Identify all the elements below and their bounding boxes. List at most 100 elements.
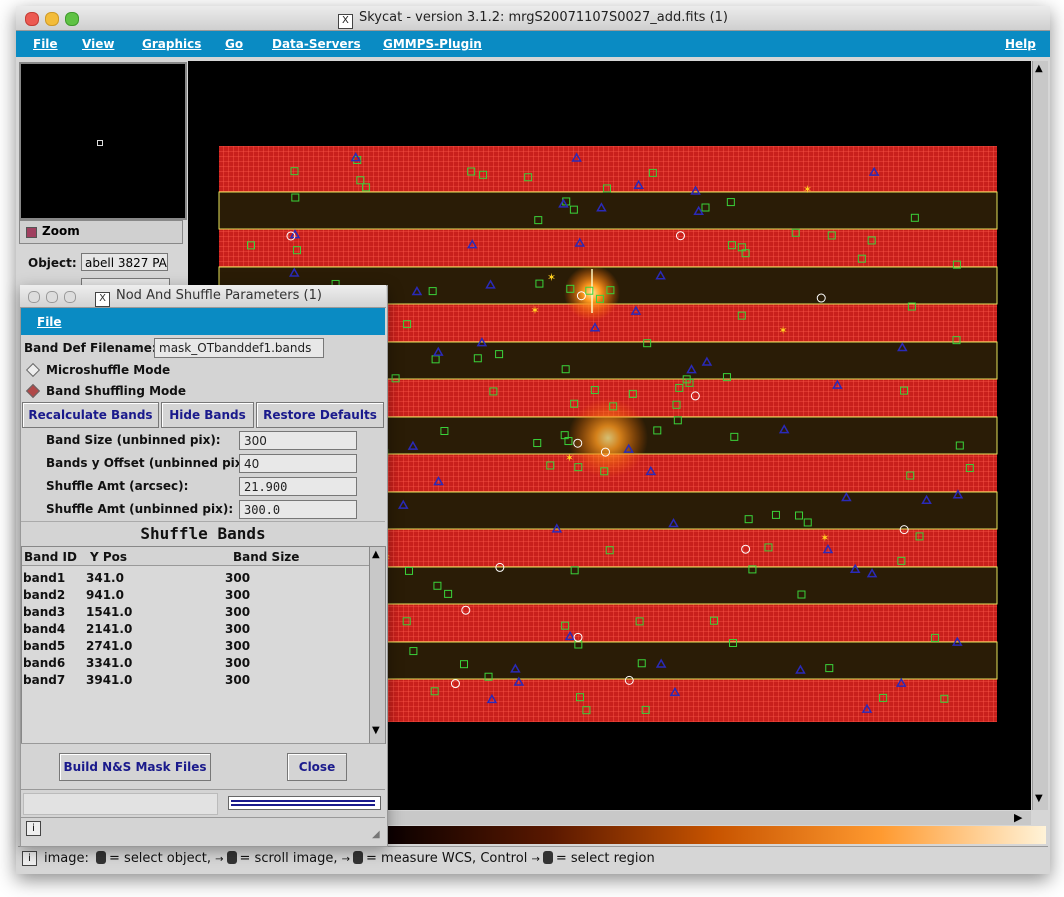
guide-star-marker: ✶ [803, 183, 812, 196]
band-size-cell: 300 [225, 588, 251, 602]
menu-view[interactable]: View [82, 37, 114, 51]
list-item[interactable]: band7 3941.0 300 [22, 673, 369, 690]
dialog-message-area [23, 793, 218, 815]
shuffle-bands-heading: Shuffle Bands [21, 521, 385, 546]
band-size-cell: 300 [225, 605, 251, 619]
mouse-button3-icon [353, 851, 364, 864]
shuffle-amt-arcsec-label: Shuffle Amt (arcsec): [46, 479, 189, 493]
restore-defaults-button[interactable]: Restore Defaults [256, 402, 384, 428]
menu-gmmps-plugin[interactable]: GMMPS-Plugin [383, 37, 482, 51]
band-def-label: Band Def Filename: [24, 341, 157, 355]
dialog-title: X Nod And Shuffle Parameters (1) [95, 288, 322, 307]
dialog-menu-file[interactable]: File [37, 315, 62, 329]
x11-icon: X [95, 292, 110, 307]
image-vertical-scrollbar[interactable]: ▲ ▼ [1032, 61, 1048, 810]
panner-view-box[interactable] [97, 140, 103, 146]
zoom-label: Zoom [42, 224, 80, 238]
status-help-text: image: = select object, → = scroll image,… [44, 851, 655, 866]
dialog-maximize-button[interactable] [64, 291, 76, 303]
scroll-down-icon[interactable]: ▼ [1035, 793, 1043, 804]
y-pos-cell: 341.0 [86, 571, 124, 585]
bands-list-scrollbar[interactable]: ▲ ▼ [369, 546, 386, 744]
progress-bar [228, 796, 381, 810]
hide-bands-button[interactable]: Hide Bands [161, 402, 254, 428]
panner-view[interactable] [19, 62, 187, 220]
band-size-cell: 300 [225, 639, 251, 653]
recalculate-bands-button[interactable]: Recalculate Bands [22, 402, 159, 428]
list-item[interactable]: band2 941.0 300 [22, 588, 369, 605]
guide-star-marker: ✶ [547, 271, 556, 284]
dialog-title-text: Nod And Shuffle Parameters (1) [116, 288, 322, 303]
scroll-up-icon[interactable]: ▲ [372, 549, 380, 560]
band-size-cell: 300 [225, 673, 251, 687]
status-part4: = select region [555, 851, 655, 866]
zoom-checkbox-icon [26, 227, 37, 238]
col-band-size: Band Size [233, 550, 300, 564]
menu-graphics[interactable]: Graphics [142, 37, 201, 51]
menu-help[interactable]: Help [1005, 37, 1036, 51]
shuffle-amt-arcsec-field[interactable]: 21.900 [239, 477, 357, 496]
bands-y-offset-field[interactable]: 40 [239, 454, 357, 473]
list-item[interactable]: band1 341.0 300 [22, 571, 369, 588]
scroll-down-icon[interactable]: ▼ [372, 725, 380, 736]
shuffle-band-region [218, 191, 998, 230]
band-id-cell: band6 [23, 656, 66, 670]
colorbar[interactable] [386, 826, 1046, 844]
shuffle-amt-pix-field[interactable]: 300.0 [239, 500, 357, 519]
scroll-right-icon[interactable]: ▶ [1014, 811, 1022, 824]
list-header: Band ID Y Pos Band Size [22, 547, 369, 566]
y-pos-cell: 941.0 [86, 588, 124, 602]
zoom-toggle[interactable]: Zoom [19, 220, 183, 244]
menu-file[interactable]: File [33, 37, 58, 51]
divider [21, 743, 385, 744]
divider [21, 817, 385, 818]
object-value: abell 3827 PA [81, 253, 168, 271]
info-icon: i [22, 851, 37, 866]
object-label: Object: [28, 256, 77, 270]
arrow-icon: → [531, 854, 540, 865]
band-shuffling-label: Band Shuffling Mode [46, 384, 187, 398]
build-mask-files-button[interactable]: Build N&S Mask Files [59, 753, 211, 781]
guide-star-marker: ✶ [530, 304, 539, 317]
status-part2: = scroll image, [239, 851, 338, 866]
band-size-cell: 300 [225, 571, 251, 585]
info-icon: i [26, 821, 41, 836]
progress-fill [231, 804, 375, 806]
band-def-filename-field[interactable]: mask_OTbanddef1.bands [154, 338, 324, 358]
band-id-cell: band1 [23, 571, 66, 585]
col-y-pos: Y Pos [90, 550, 128, 564]
list-item[interactable]: band3 1541.0 300 [22, 605, 369, 622]
dialog-close-button[interactable] [28, 291, 40, 303]
bright-galaxy [568, 398, 648, 478]
list-item[interactable]: band6 3341.0 300 [22, 656, 369, 673]
dialog-titlebar: X Nod And Shuffle Parameters (1) [20, 285, 386, 308]
image-horizontal-scrollbar[interactable]: ▶ [386, 811, 1031, 825]
guide-star-marker: ✶ [820, 531, 829, 544]
close-dialog-button[interactable]: Close [287, 753, 347, 781]
y-pos-cell: 2741.0 [86, 639, 133, 653]
shuffle-amt-pix-label: Shuffle Amt (unbinned pix): [46, 502, 234, 516]
resize-grip-icon[interactable]: ◢ [372, 829, 380, 840]
menu-go[interactable]: Go [225, 37, 243, 51]
list-item[interactable]: band4 2141.0 300 [22, 622, 369, 639]
mouse-button1-icon [542, 851, 553, 864]
band-size-label: Band Size (unbinned pix): [46, 433, 221, 447]
menu-data-servers[interactable]: Data-Servers [272, 37, 361, 51]
band-size-field[interactable]: 300 [239, 431, 357, 450]
main-menubar: File View Graphics Go Data-Servers GMMPS… [16, 31, 1050, 57]
scroll-up-icon[interactable]: ▲ [1035, 63, 1043, 74]
dialog-minimize-button[interactable] [46, 291, 58, 303]
band-id-cell: band2 [23, 588, 66, 602]
list-item[interactable]: band5 2741.0 300 [22, 639, 369, 656]
band-id-cell: band7 [23, 673, 66, 687]
y-pos-cell: 1541.0 [86, 605, 133, 619]
bands-listbox[interactable]: Band ID Y Pos Band Size band1 341.0 300 ban… [21, 546, 370, 744]
band-id-cell: band5 [23, 639, 66, 653]
window-title: X Skycat - version 3.1.2: mrgS20071107S00… [16, 10, 1050, 29]
guide-star-marker: ✶ [778, 324, 787, 337]
col-band-id: Band ID [24, 550, 77, 564]
y-pos-cell: 2141.0 [86, 622, 133, 636]
window-titlebar: X Skycat - version 3.1.2: mrgS20071107S00… [16, 6, 1050, 31]
band-size-cell: 300 [225, 656, 251, 670]
mouse-button1-icon [96, 851, 107, 864]
